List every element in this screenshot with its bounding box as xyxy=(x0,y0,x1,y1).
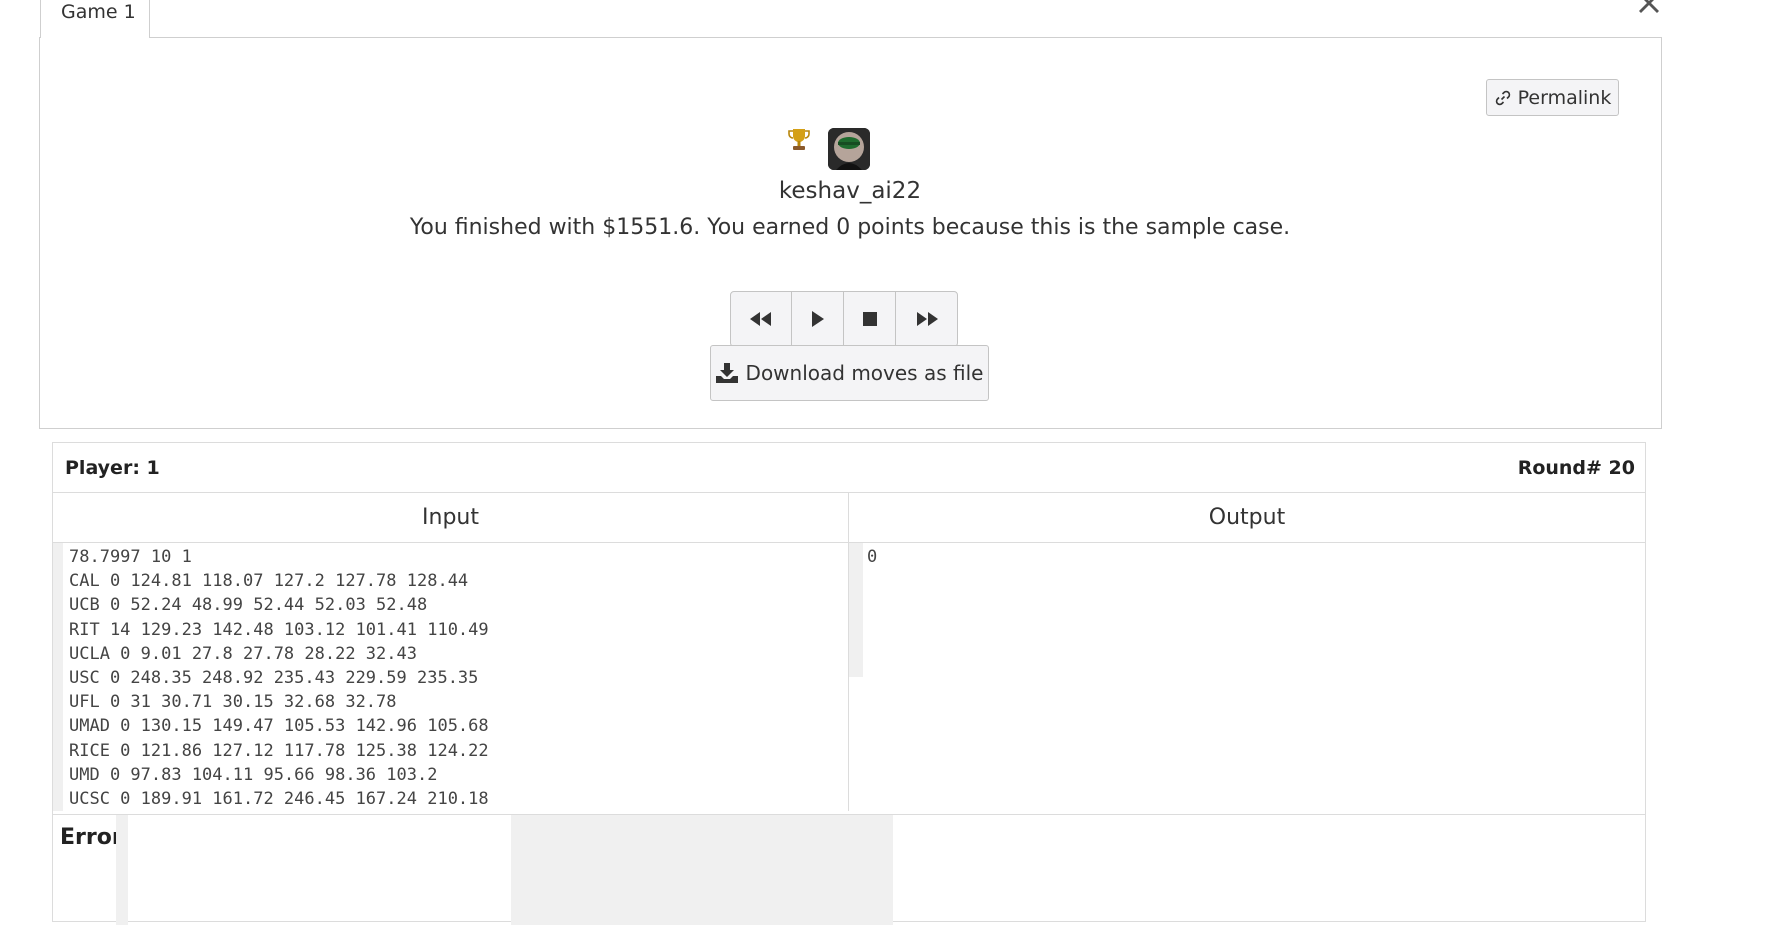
stop-button[interactable] xyxy=(844,292,896,346)
input-gutter xyxy=(53,543,63,811)
permalink-button[interactable]: Permalink xyxy=(1486,79,1619,116)
output-header: Output xyxy=(849,493,1645,543)
play-button[interactable] xyxy=(792,292,844,346)
output-gutter xyxy=(849,543,863,677)
rewind-button[interactable] xyxy=(731,292,792,346)
rewind-icon xyxy=(750,312,771,326)
tab-label: Game 1 xyxy=(61,1,136,23)
error-gutter xyxy=(116,815,128,925)
fast-forward-icon xyxy=(916,312,938,326)
avatar-image xyxy=(828,128,870,170)
playback-controls xyxy=(730,291,958,347)
permalink-label: Permalink xyxy=(1517,86,1612,109)
output-text: 0 xyxy=(867,547,878,567)
input-text: 78.7997 10 1 CAL 0 124.81 118.07 127.2 1… xyxy=(69,547,489,810)
link-icon xyxy=(1495,90,1510,105)
play-icon xyxy=(811,311,824,327)
tab-game-1[interactable]: Game 1 xyxy=(40,0,150,38)
player-card: Player: 1 Round# 20 Input Output 78.7997… xyxy=(52,442,1646,925)
fast-forward-button[interactable] xyxy=(896,292,957,346)
card-header: Player: 1 Round# 20 xyxy=(53,443,1645,493)
output-textarea[interactable]: 0 xyxy=(849,543,1645,811)
download-label: Download moves as file xyxy=(745,361,984,385)
download-moves-button[interactable]: Download moves as file xyxy=(710,345,989,401)
stop-icon xyxy=(862,312,877,326)
input-header: Input xyxy=(53,493,849,543)
download-icon xyxy=(715,363,738,383)
player-username: keshav_ai22 xyxy=(778,178,922,204)
avatar xyxy=(828,128,870,170)
round-label: Round# 20 xyxy=(1517,457,1635,479)
input-textarea[interactable]: 78.7997 10 1 CAL 0 124.81 118.07 127.2 1… xyxy=(53,543,849,811)
error-label: Error xyxy=(60,825,123,850)
trophy-icon xyxy=(788,129,810,150)
result-message: You finished with $1551.6. You earned 0 … xyxy=(409,215,1291,240)
error-textarea[interactable] xyxy=(511,815,893,925)
close-icon[interactable] xyxy=(1636,0,1662,16)
player-label: Player: 1 xyxy=(65,457,160,479)
error-section: Error xyxy=(53,814,1645,925)
